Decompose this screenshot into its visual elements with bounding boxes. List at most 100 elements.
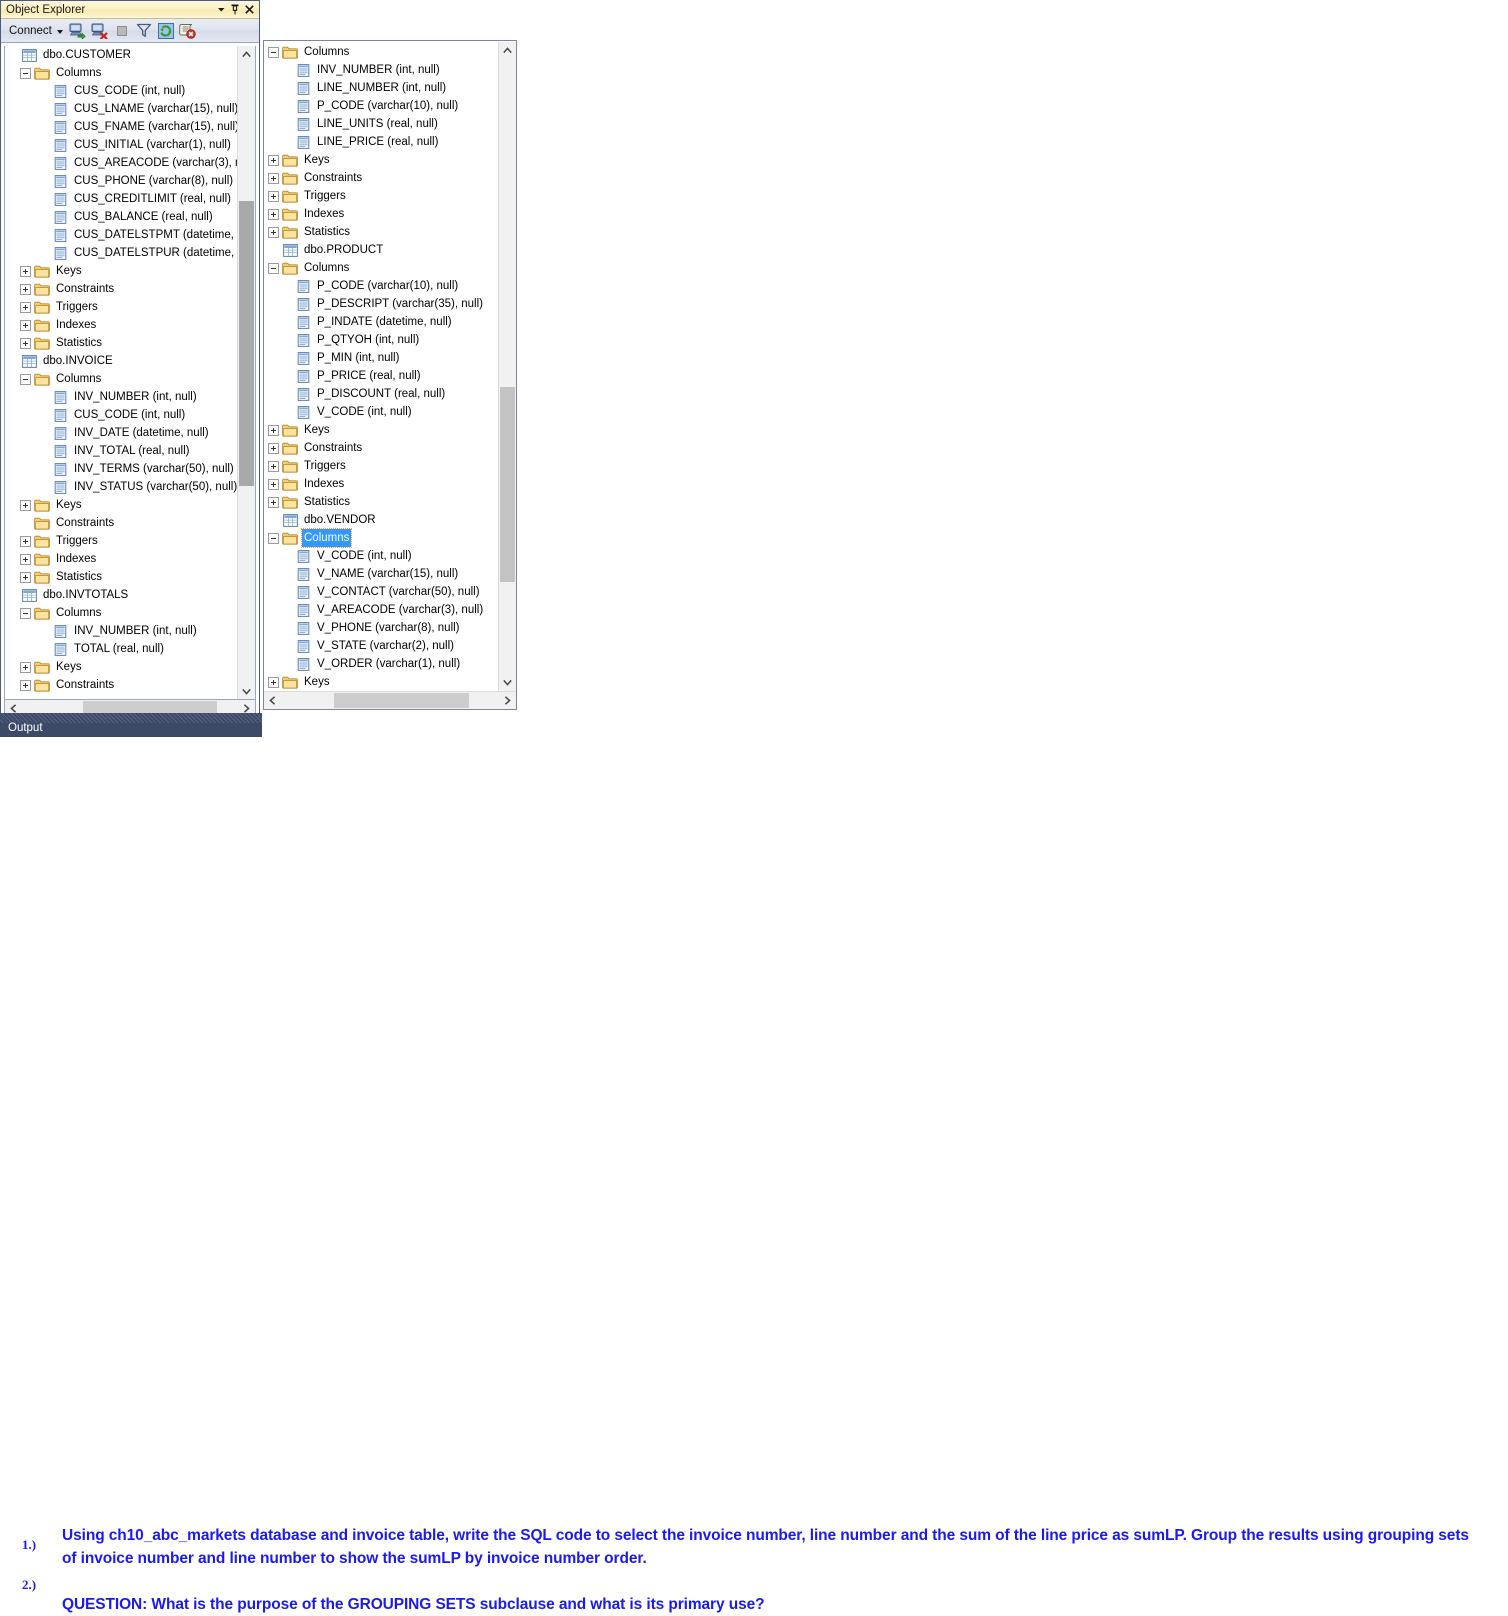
tree-node-column[interactable]: CUS_PHONE (varchar(8), null) [5, 172, 238, 190]
tree-node-folder[interactable]: Statistics [5, 568, 238, 586]
tree-node-column[interactable]: CUS_LNAME (varchar(15), null) [5, 100, 238, 118]
tree-node-column[interactable]: CUS_CODE (int, null) [5, 82, 238, 100]
tree-node-folder[interactable]: Statistics [266, 223, 497, 241]
tree-node-column[interactable]: V_CODE (int, null) [266, 403, 497, 421]
expand-node-icon[interactable] [20, 571, 31, 583]
scrollbar-thumb[interactable] [500, 387, 515, 582]
expand-node-icon[interactable] [268, 478, 279, 490]
tree-node-column[interactable]: P_CODE (varchar(10), null) [266, 277, 497, 295]
tree-node-folder[interactable]: Keys [266, 151, 497, 169]
object-explorer-vertical-scrollbar[interactable] [237, 46, 255, 700]
tree-node-column[interactable]: CUS_FNAME (varchar(15), null) [5, 118, 238, 136]
scrollbar-thumb[interactable] [334, 693, 469, 708]
expand-node-icon[interactable] [20, 553, 31, 565]
tree-node-folder[interactable]: Keys [266, 421, 497, 439]
tree-node-column[interactable]: V_ORDER (varchar(1), null) [266, 655, 497, 673]
tree-node-column[interactable]: CUS_AREACODE (varchar(3), nul [5, 154, 238, 172]
tree-node-folder[interactable]: Indexes [266, 475, 497, 493]
tree-node-column[interactable]: P_CODE (varchar(10), null) [266, 97, 497, 115]
scroll-up-arrow-icon[interactable] [499, 42, 516, 59]
expand-node-icon[interactable] [20, 301, 31, 313]
tree-node-folder[interactable]: Constraints [5, 514, 238, 532]
tree-node-column[interactable]: V_PHONE (varchar(8), null) [266, 619, 497, 637]
tree-node-column[interactable]: V_CODE (int, null) [266, 547, 497, 565]
collapse-node-icon[interactable] [268, 262, 279, 274]
auto-hide-pin-icon[interactable] [228, 3, 242, 17]
tree-node-folder[interactable]: Constraints [5, 280, 238, 298]
detail-vertical-scrollbar[interactable] [498, 42, 516, 691]
scroll-right-arrow-icon[interactable] [499, 692, 516, 709]
tree-node-folder[interactable]: Keys [5, 658, 238, 676]
expand-node-icon[interactable] [268, 172, 279, 184]
tree-node-folder[interactable]: Statistics [5, 334, 238, 352]
disconnect-object-explorer-icon[interactable] [90, 21, 110, 41]
tree-node-folder[interactable]: Constraints [266, 169, 497, 187]
tree-node-column[interactable]: P_DISCOUNT (real, null) [266, 385, 497, 403]
collapse-node-icon[interactable] [20, 373, 31, 385]
collapse-node-icon[interactable] [20, 67, 31, 79]
tree-node-column[interactable]: P_DESCRIPT (varchar(35), null) [266, 295, 497, 313]
tree-node-column[interactable]: INV_NUMBER (int, null) [266, 61, 497, 79]
expand-node-icon[interactable] [268, 460, 279, 472]
tree-node-folder[interactable]: Columns [266, 259, 497, 277]
tree-node-folder[interactable]: Columns [5, 64, 238, 82]
tree-node-column[interactable]: LINE_PRICE (real, null) [266, 133, 497, 151]
tree-node-column[interactable]: INV_TERMS (varchar(50), null) [5, 460, 238, 478]
tree-node-folder[interactable]: Keys [5, 262, 238, 280]
filter-icon[interactable] [134, 21, 154, 41]
tree-node-table[interactable]: dbo.PRODUCT [266, 241, 497, 259]
collapse-node-icon[interactable] [20, 607, 31, 619]
tree-node-column[interactable]: INV_STATUS (varchar(50), null) [5, 478, 238, 496]
tree-node-column[interactable]: LINE_NUMBER (int, null) [266, 79, 497, 97]
tree-node-column[interactable]: P_PRICE (real, null) [266, 367, 497, 385]
tree-node-table[interactable]: dbo.INVOICE [5, 352, 238, 370]
expand-node-icon[interactable] [20, 499, 31, 511]
window-menu-dropdown-icon[interactable] [214, 3, 228, 17]
tree-node-folder[interactable]: Keys [266, 673, 497, 689]
expand-node-icon[interactable] [20, 265, 31, 277]
connect-button[interactable]: Connect [7, 23, 66, 39]
close-icon[interactable] [242, 3, 256, 17]
tree-node-column[interactable]: CUS_CODE (int, null) [5, 406, 238, 424]
output-dock-strip[interactable]: Output [0, 713, 262, 737]
scroll-down-arrow-icon[interactable] [499, 674, 516, 691]
tree-node-column[interactable]: P_MIN (int, null) [266, 349, 497, 367]
expand-node-icon[interactable] [268, 676, 279, 688]
expand-node-icon[interactable] [20, 319, 31, 331]
collapse-node-icon[interactable] [268, 46, 279, 58]
expand-node-icon[interactable] [20, 535, 31, 547]
expand-node-icon[interactable] [268, 424, 279, 436]
tree-node-folder[interactable]: Columns [5, 370, 238, 388]
expand-node-icon[interactable] [268, 208, 279, 220]
tree-node-column[interactable]: V_NAME (varchar(15), null) [266, 565, 497, 583]
tree-node-column[interactable]: CUS_CREDITLIMIT (real, null) [5, 190, 238, 208]
tree-node-column[interactable]: INV_NUMBER (int, null) [5, 388, 238, 406]
tree-node-column[interactable]: P_QTYOH (int, null) [266, 331, 497, 349]
tree-node-folder[interactable]: Triggers [5, 298, 238, 316]
stop-icon[interactable] [112, 21, 132, 41]
tree-node-column[interactable]: TOTAL (real, null) [5, 640, 238, 658]
tree-node-column[interactable]: LINE_UNITS (real, null) [266, 115, 497, 133]
expand-node-icon[interactable] [268, 442, 279, 454]
scrollbar-thumb[interactable] [239, 201, 254, 486]
tree-node-column[interactable]: P_INDATE (datetime, null) [266, 313, 497, 331]
tree-node-table[interactable]: dbo.CUSTOMER [5, 46, 238, 64]
tree-node-column[interactable]: CUS_INITIAL (varchar(1), null) [5, 136, 238, 154]
expand-node-icon[interactable] [268, 154, 279, 166]
tree-node-column[interactable]: V_CONTACT (varchar(50), null) [266, 583, 497, 601]
tree-node-table[interactable]: dbo.INVTOTALS [5, 586, 238, 604]
tree-node-folder[interactable]: Triggers [266, 187, 497, 205]
tree-node-table[interactable]: dbo.VENDOR [266, 511, 497, 529]
collapse-node-icon[interactable] [268, 532, 279, 544]
detail-horizontal-scrollbar[interactable] [264, 691, 516, 709]
scroll-left-arrow-icon[interactable] [264, 692, 281, 709]
connect-object-explorer-icon[interactable] [68, 21, 88, 41]
tree-node-column[interactable]: INV_NUMBER (int, null) [5, 622, 238, 640]
tree-node-column[interactable]: V_STATE (varchar(2), null) [266, 637, 497, 655]
tree-node-column[interactable]: INV_TOTAL (real, null) [5, 442, 238, 460]
expand-node-icon[interactable] [20, 283, 31, 295]
expand-node-icon[interactable] [20, 661, 31, 673]
tree-node-folder[interactable]: Indexes [5, 316, 238, 334]
tree-node-folder[interactable]: Columns [266, 528, 497, 548]
scroll-up-arrow-icon[interactable] [238, 46, 255, 63]
